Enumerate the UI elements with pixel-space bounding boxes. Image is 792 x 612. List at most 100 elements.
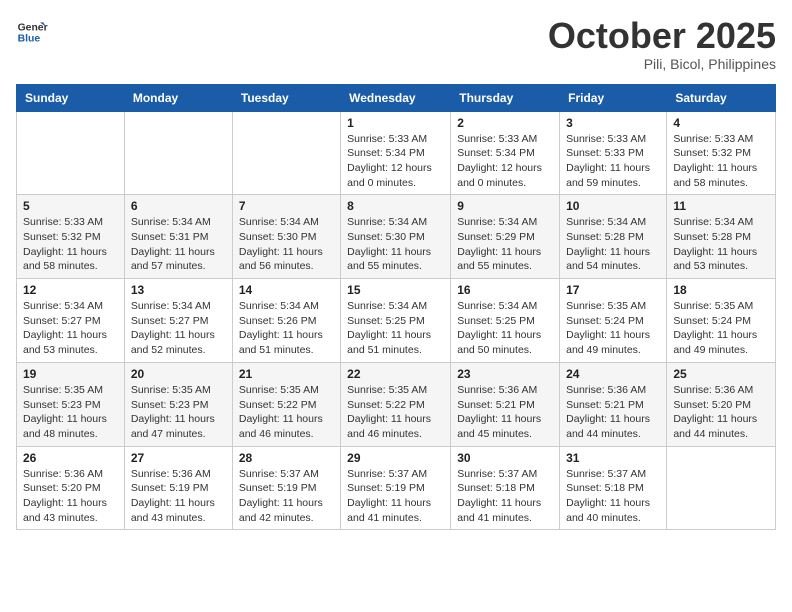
- day-number: 7: [239, 199, 334, 213]
- month-title: October 2025: [548, 16, 776, 56]
- day-info: Sunrise: 5:34 AM Sunset: 5:25 PM Dayligh…: [457, 299, 553, 358]
- calendar-cell: [667, 446, 776, 530]
- calendar-cell: 18 Sunrise: 5:35 AM Sunset: 5:24 PM Dayli…: [667, 279, 776, 363]
- calendar-cell: 20 Sunrise: 5:35 AM Sunset: 5:23 PM Dayli…: [124, 362, 232, 446]
- day-info: Sunrise: 5:33 AM Sunset: 5:32 PM Dayligh…: [23, 215, 118, 274]
- header-wednesday: Wednesday: [341, 84, 451, 111]
- calendar-week-2: 5 Sunrise: 5:33 AM Sunset: 5:32 PM Daylig…: [17, 195, 776, 279]
- header-friday: Friday: [560, 84, 667, 111]
- calendar-cell: 28 Sunrise: 5:37 AM Sunset: 5:19 PM Dayli…: [232, 446, 340, 530]
- calendar-cell: 2 Sunrise: 5:33 AM Sunset: 5:34 PM Daylig…: [451, 111, 560, 195]
- day-number: 6: [131, 199, 226, 213]
- day-number: 15: [347, 283, 444, 297]
- day-info: Sunrise: 5:37 AM Sunset: 5:19 PM Dayligh…: [347, 467, 444, 526]
- day-info: Sunrise: 5:36 AM Sunset: 5:21 PM Dayligh…: [457, 383, 553, 442]
- calendar-cell: 6Sunrise: 5:34 AM Sunset: 5:31 PM Daylig…: [124, 195, 232, 279]
- logo-icon: General Blue: [16, 16, 48, 48]
- calendar-cell: [124, 111, 232, 195]
- calendar-cell: 21 Sunrise: 5:35 AM Sunset: 5:22 PM Dayli…: [232, 362, 340, 446]
- day-number: 29: [347, 451, 444, 465]
- day-info: Sunrise: 5:34 AM Sunset: 5:26 PM Dayligh…: [239, 299, 334, 358]
- day-number: 18: [673, 283, 769, 297]
- day-info: Sunrise: 5:35 AM Sunset: 5:22 PM Dayligh…: [239, 383, 334, 442]
- calendar-cell: 17 Sunrise: 5:35 AM Sunset: 5:24 PM Dayli…: [560, 279, 667, 363]
- day-number: 13: [131, 283, 226, 297]
- day-number: 19: [23, 367, 118, 381]
- day-number: 27: [131, 451, 226, 465]
- day-info: Sunrise: 5:35 AM Sunset: 5:24 PM Dayligh…: [566, 299, 660, 358]
- day-number: 16: [457, 283, 553, 297]
- day-info: Sunrise: 5:34 AM Sunset: 5:27 PM Dayligh…: [131, 299, 226, 358]
- calendar-cell: 22 Sunrise: 5:35 AM Sunset: 5:22 PM Dayli…: [341, 362, 451, 446]
- calendar-cell: 12 Sunrise: 5:34 AM Sunset: 5:27 PM Dayli…: [17, 279, 125, 363]
- calendar-cell: 30Sunrise: 5:37 AM Sunset: 5:18 PM Dayli…: [451, 446, 560, 530]
- day-info: Sunrise: 5:37 AM Sunset: 5:18 PM Dayligh…: [566, 467, 660, 526]
- title-block: October 2025 Pili, Bicol, Philippines: [548, 16, 776, 72]
- day-number: 10: [566, 199, 660, 213]
- day-number: 28: [239, 451, 334, 465]
- day-info: Sunrise: 5:35 AM Sunset: 5:22 PM Dayligh…: [347, 383, 444, 442]
- day-number: 25: [673, 367, 769, 381]
- day-info: Sunrise: 5:34 AM Sunset: 5:28 PM Dayligh…: [673, 215, 769, 274]
- day-number: 20: [131, 367, 226, 381]
- calendar-week-3: 12 Sunrise: 5:34 AM Sunset: 5:27 PM Dayli…: [17, 279, 776, 363]
- day-number: 2: [457, 116, 553, 130]
- calendar-cell: [17, 111, 125, 195]
- calendar-cell: 9 Sunrise: 5:34 AM Sunset: 5:29 PM Daylig…: [451, 195, 560, 279]
- day-info: Sunrise: 5:33 AM Sunset: 5:32 PM Dayligh…: [673, 132, 769, 191]
- calendar-table: Sunday Monday Tuesday Wednesday Thursday…: [16, 84, 776, 531]
- day-number: 5: [23, 199, 118, 213]
- calendar-cell: 1 Sunrise: 5:33 AM Sunset: 5:34 PM Daylig…: [341, 111, 451, 195]
- day-info: Sunrise: 5:34 AM Sunset: 5:29 PM Dayligh…: [457, 215, 553, 274]
- day-info: Sunrise: 5:34 AM Sunset: 5:30 PM Dayligh…: [347, 215, 444, 274]
- calendar-cell: 3Sunrise: 5:33 AM Sunset: 5:33 PM Daylig…: [560, 111, 667, 195]
- calendar-cell: 11Sunrise: 5:34 AM Sunset: 5:28 PM Dayli…: [667, 195, 776, 279]
- day-number: 24: [566, 367, 660, 381]
- day-number: 14: [239, 283, 334, 297]
- calendar-cell: 10Sunrise: 5:34 AM Sunset: 5:28 PM Dayli…: [560, 195, 667, 279]
- calendar-cell: 14 Sunrise: 5:34 AM Sunset: 5:26 PM Dayli…: [232, 279, 340, 363]
- calendar-cell: 26Sunrise: 5:36 AM Sunset: 5:20 PM Dayli…: [17, 446, 125, 530]
- day-number: 8: [347, 199, 444, 213]
- day-number: 1: [347, 116, 444, 130]
- day-number: 21: [239, 367, 334, 381]
- location: Pili, Bicol, Philippines: [548, 56, 776, 72]
- day-info: Sunrise: 5:37 AM Sunset: 5:19 PM Dayligh…: [239, 467, 334, 526]
- calendar-cell: 13 Sunrise: 5:34 AM Sunset: 5:27 PM Dayli…: [124, 279, 232, 363]
- calendar-cell: [232, 111, 340, 195]
- day-number: 12: [23, 283, 118, 297]
- calendar-week-4: 19 Sunrise: 5:35 AM Sunset: 5:23 PM Dayli…: [17, 362, 776, 446]
- calendar-cell: 5 Sunrise: 5:33 AM Sunset: 5:32 PM Daylig…: [17, 195, 125, 279]
- day-info: Sunrise: 5:36 AM Sunset: 5:20 PM Dayligh…: [673, 383, 769, 442]
- calendar-cell: 29 Sunrise: 5:37 AM Sunset: 5:19 PM Dayli…: [341, 446, 451, 530]
- day-info: Sunrise: 5:34 AM Sunset: 5:30 PM Dayligh…: [239, 215, 334, 274]
- day-number: 30: [457, 451, 553, 465]
- calendar-cell: 16 Sunrise: 5:34 AM Sunset: 5:25 PM Dayli…: [451, 279, 560, 363]
- day-info: Sunrise: 5:35 AM Sunset: 5:23 PM Dayligh…: [23, 383, 118, 442]
- logo: General Blue: [16, 16, 48, 48]
- day-number: 9: [457, 199, 553, 213]
- calendar-cell: 8 Sunrise: 5:34 AM Sunset: 5:30 PM Daylig…: [341, 195, 451, 279]
- calendar-cell: 27 Sunrise: 5:36 AM Sunset: 5:19 PM Dayli…: [124, 446, 232, 530]
- day-info: Sunrise: 5:33 AM Sunset: 5:34 PM Dayligh…: [347, 132, 444, 191]
- day-info: Sunrise: 5:35 AM Sunset: 5:24 PM Dayligh…: [673, 299, 769, 358]
- day-number: 17: [566, 283, 660, 297]
- calendar-cell: 7 Sunrise: 5:34 AM Sunset: 5:30 PM Daylig…: [232, 195, 340, 279]
- calendar-cell: 15Sunrise: 5:34 AM Sunset: 5:25 PM Dayli…: [341, 279, 451, 363]
- header-sunday: Sunday: [17, 84, 125, 111]
- day-info: Sunrise: 5:36 AM Sunset: 5:19 PM Dayligh…: [131, 467, 226, 526]
- day-number: 31: [566, 451, 660, 465]
- day-info: Sunrise: 5:34 AM Sunset: 5:27 PM Dayligh…: [23, 299, 118, 358]
- header-thursday: Thursday: [451, 84, 560, 111]
- calendar-cell: 24Sunrise: 5:36 AM Sunset: 5:21 PM Dayli…: [560, 362, 667, 446]
- svg-text:Blue: Blue: [18, 34, 41, 45]
- page-header: General Blue October 2025 Pili, Bicol, P…: [16, 16, 776, 72]
- day-number: 26: [23, 451, 118, 465]
- header-tuesday: Tuesday: [232, 84, 340, 111]
- day-info: Sunrise: 5:35 AM Sunset: 5:23 PM Dayligh…: [131, 383, 226, 442]
- day-info: Sunrise: 5:33 AM Sunset: 5:34 PM Dayligh…: [457, 132, 553, 191]
- calendar-cell: 19 Sunrise: 5:35 AM Sunset: 5:23 PM Dayli…: [17, 362, 125, 446]
- day-number: 4: [673, 116, 769, 130]
- day-number: 22: [347, 367, 444, 381]
- calendar-week-5: 26Sunrise: 5:36 AM Sunset: 5:20 PM Dayli…: [17, 446, 776, 530]
